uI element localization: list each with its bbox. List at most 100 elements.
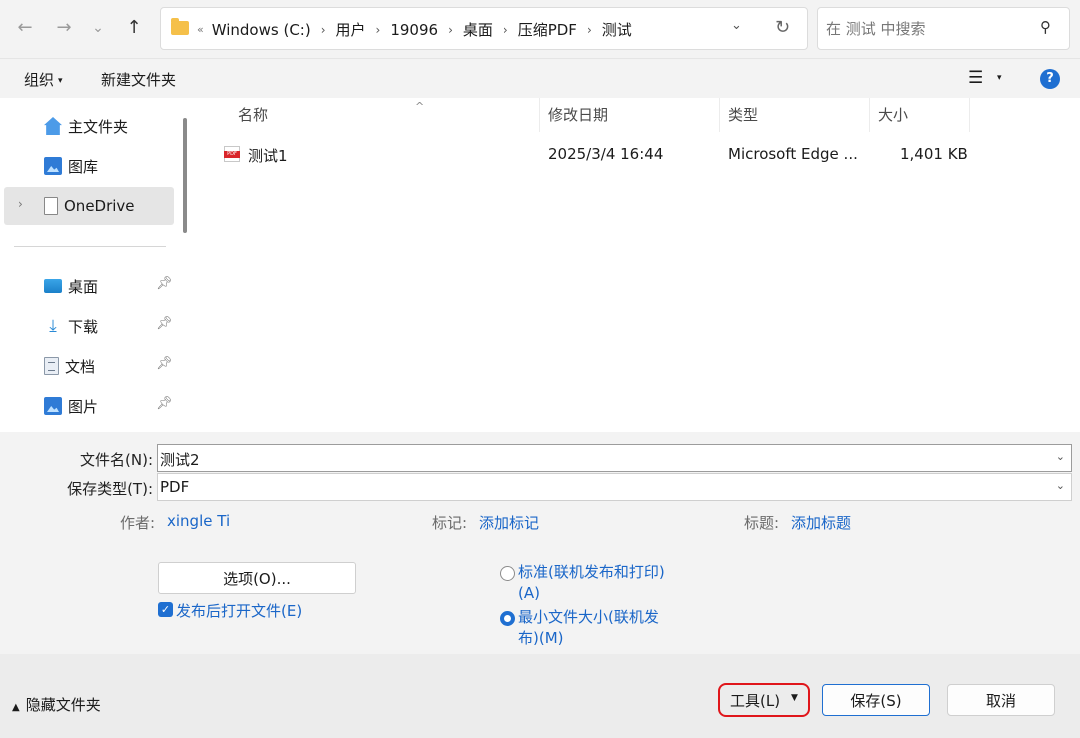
file-date: 2025/3/4 16:44 (548, 145, 664, 163)
help-icon[interactable]: ? (1040, 69, 1060, 89)
filetype-select[interactable]: PDF ⌄ (157, 473, 1072, 501)
tags-label: 标记: (432, 514, 468, 532)
documents-icon (44, 357, 59, 375)
command-bar: 组织 ▾ 新建文件夹 ☰ ▾ ? (0, 58, 1080, 98)
tools-label: 工具(L) (730, 691, 781, 710)
file-row[interactable]: 测试1 2025/3/4 16:44 Microsoft Edge ... 1,… (220, 140, 980, 170)
column-header-label: 名称 (238, 106, 269, 124)
breadcrumb-item[interactable]: 测试 (602, 19, 632, 40)
caret-down-icon[interactable]: ▾ (997, 73, 1002, 83)
column-header-label: 类型 (728, 106, 759, 124)
chevron-down-icon[interactable]: ⌄ (731, 18, 742, 33)
save-form: 文件名(N): 测试2 ⌄ 保存类型(T): PDF ⌄ 作者: xingle … (0, 432, 1080, 654)
filename-value: 测试2 (160, 451, 200, 469)
new-folder-button[interactable]: 新建文件夹 (101, 69, 176, 90)
pin-icon[interactable]: 📌︎ (156, 276, 173, 291)
hide-folders-toggle[interactable]: ▲ 隐藏文件夹 (12, 694, 101, 715)
forward-arrow-icon[interactable]: → (52, 16, 76, 40)
sidebar-item-downloads[interactable]: ⤓ 下载 📌︎ (4, 307, 174, 345)
sidebar-item-gallery[interactable]: 图库 (4, 147, 174, 185)
breadcrumb-item[interactable]: Windows (C:) (212, 21, 311, 39)
breadcrumb-item[interactable]: 桌面 (463, 19, 493, 40)
pin-icon[interactable]: 📌︎ (156, 396, 173, 411)
sidebar-item-label: 图片 (68, 397, 99, 416)
back-arrow-icon[interactable]: ← (13, 16, 37, 40)
address-row: ← → ⌄ ↑ « Windows (C:) › 用户 › 19096 › 桌面… (0, 0, 1080, 58)
standard-radio-label[interactable]: 标准(联机发布和打印)(A) (518, 562, 678, 604)
caret-down-icon: ▾ (58, 75, 63, 86)
options-button[interactable]: 选项(O)... (158, 562, 356, 594)
add-tags-link[interactable]: 添加标记 (479, 512, 539, 533)
organize-label: 组织 (24, 71, 55, 89)
document-icon (44, 197, 58, 215)
open-after-publish-label[interactable]: 发布后打开文件(E) (176, 600, 302, 621)
minimum-size-radio-label[interactable]: 最小文件大小(联机发布)(M) (518, 607, 668, 649)
cancel-button[interactable]: 取消 (947, 684, 1055, 716)
column-header-size[interactable]: 大小 (870, 98, 970, 132)
standard-radio[interactable] (500, 566, 515, 581)
sidebar-item-documents[interactable]: 文档 📌︎ (4, 347, 174, 385)
home-icon (44, 117, 62, 135)
column-header-type[interactable]: 类型 (720, 98, 870, 132)
recent-locations-icon[interactable]: ⌄ (86, 16, 110, 40)
sort-up-icon: ^ (415, 100, 425, 113)
add-title-link[interactable]: 添加标题 (791, 512, 851, 533)
divider (14, 246, 166, 247)
sidebar-item-label: 下载 (68, 317, 99, 336)
title-label: 标题: (744, 514, 780, 532)
download-icon: ⤓ (49, 316, 57, 336)
sidebar-item-pictures[interactable]: 图片 📌︎ (4, 387, 174, 425)
chevron-down-icon[interactable]: ⌄ (1056, 479, 1065, 492)
sidebar-item-desktop[interactable]: 桌面 📌︎ (4, 267, 174, 305)
pictures-icon (44, 397, 62, 415)
chevron-right-icon[interactable]: › (376, 23, 381, 37)
filetype-label: 保存类型(T): (67, 480, 153, 498)
pin-icon[interactable]: 📌︎ (156, 356, 173, 371)
search-icon[interactable]: ⚲ (1040, 18, 1051, 36)
search-input[interactable] (826, 18, 1026, 40)
refresh-icon[interactable]: ↻ (775, 17, 790, 38)
dialog-footer: ▲ 隐藏文件夹 工具(L) ▼ 保存(S) 取消 (0, 654, 1080, 738)
organize-menu[interactable]: 组织 ▾ (24, 69, 63, 90)
column-header-date[interactable]: 修改日期 (540, 98, 720, 132)
up-arrow-icon[interactable]: ↑ (122, 16, 146, 40)
minimum-size-radio[interactable] (500, 611, 515, 626)
tools-button[interactable]: 工具(L) ▼ (723, 687, 805, 713)
scrollbar[interactable] (183, 118, 187, 233)
chevron-down-icon[interactable]: ⌄ (1056, 450, 1065, 463)
chevron-right-icon[interactable]: › (18, 197, 23, 211)
chevron-right-icon[interactable]: › (503, 23, 508, 37)
breadcrumb-item[interactable]: 压缩PDF (518, 19, 577, 40)
view-options-icon[interactable]: ☰ (968, 68, 983, 88)
sidebar-item-onedrive[interactable]: › OneDrive (4, 187, 174, 225)
column-header-name[interactable]: 名称 ^ (230, 98, 540, 132)
chevron-right-icon[interactable]: › (321, 23, 326, 37)
author-value[interactable]: xingle Ti (167, 512, 230, 530)
breadcrumb: « Windows (C:) › 用户 › 19096 › 桌面 › 压缩PDF… (197, 8, 632, 51)
gallery-icon (44, 157, 62, 175)
open-after-publish-checkbox[interactable]: ✓ (158, 602, 173, 617)
filename-field[interactable]: 测试2 ⌄ (157, 444, 1072, 472)
sidebar-item-label: 图库 (68, 157, 99, 176)
search-box: ⚲ (817, 7, 1070, 50)
file-list: 名称 ^ 修改日期 类型 大小 测试1 2025/3/4 16:44 Micro… (196, 98, 1080, 432)
column-header-label: 修改日期 (548, 106, 609, 124)
pdf-file-icon (224, 146, 240, 162)
sidebar-item-home[interactable]: 主文件夹 (4, 107, 174, 145)
desktop-icon (44, 279, 62, 293)
pin-icon[interactable]: 📌︎ (156, 316, 173, 331)
caret-down-icon: ▼ (791, 693, 798, 703)
file-size: 1,401 KB (900, 145, 968, 163)
breadcrumb-item[interactable]: 用户 (336, 19, 366, 40)
filename-label: 文件名(N): (80, 451, 153, 469)
save-button[interactable]: 保存(S) (822, 684, 930, 716)
chevron-right-icon[interactable]: › (448, 23, 453, 37)
address-bar[interactable]: « Windows (C:) › 用户 › 19096 › 桌面 › 压缩PDF… (160, 7, 808, 50)
chevron-right-icon[interactable]: › (587, 23, 592, 37)
breadcrumb-item[interactable]: 19096 (390, 21, 438, 39)
sidebar-item-label: 主文件夹 (68, 117, 129, 136)
breadcrumb-overflow[interactable]: « (197, 23, 204, 36)
file-name: 测试1 (248, 147, 288, 165)
sidebar-item-label: 桌面 (68, 277, 99, 296)
navigation-pane: 主文件夹 图库 › OneDrive 桌面 📌︎ ⤓ 下载 📌︎ 文档 📌︎ 图… (0, 98, 196, 432)
